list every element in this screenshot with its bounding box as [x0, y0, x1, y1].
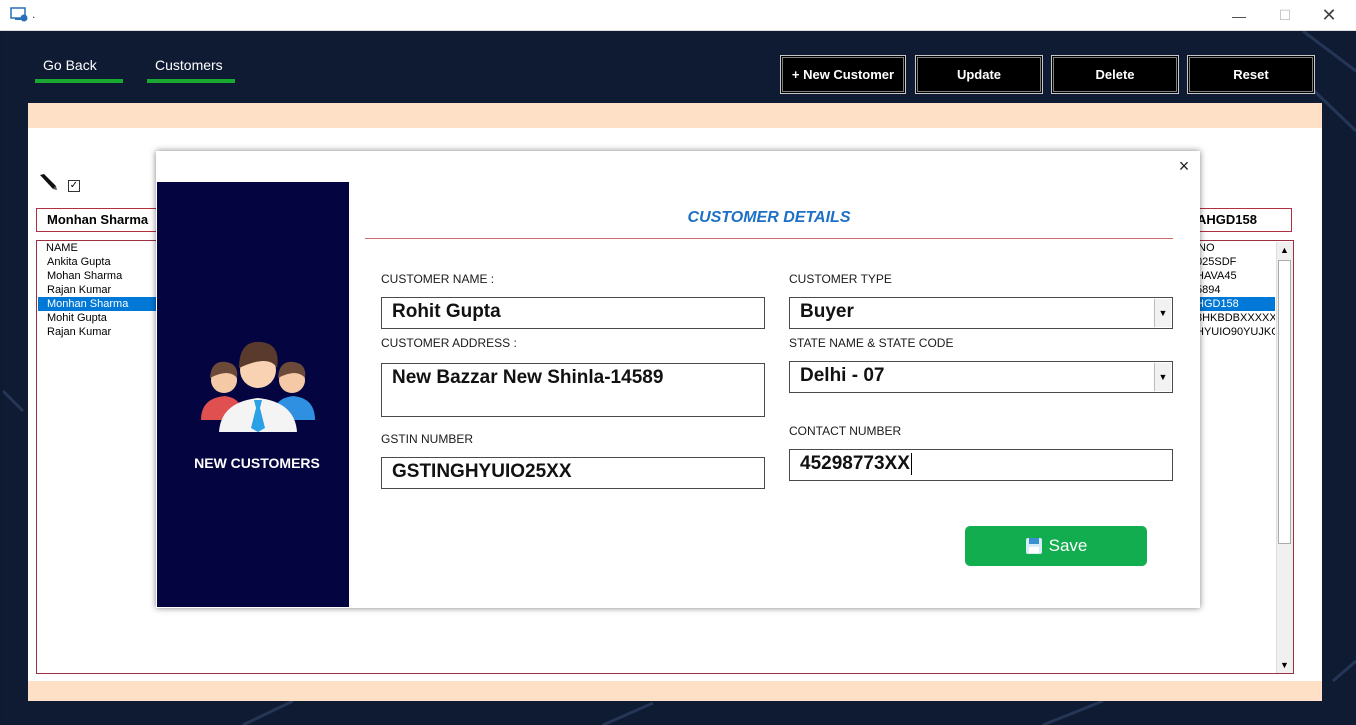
save-button-label: Save: [1048, 536, 1088, 555]
contact-number-input[interactable]: 45298773XX: [789, 449, 1173, 481]
nav-go-back[interactable]: Go Back: [35, 57, 123, 83]
nav-customers[interactable]: Customers: [147, 57, 235, 83]
app-icon: [10, 7, 28, 22]
list-item-no[interactable]: 025SDF: [1190, 255, 1275, 269]
close-icon[interactable]: ×: [1174, 156, 1194, 176]
new-customer-button[interactable]: + New Customer: [780, 55, 906, 94]
customer-address-input[interactable]: New Bazzar New Shinla-14589: [381, 363, 765, 417]
list-item[interactable]: Rajan Kumar: [38, 325, 158, 339]
window-titlebar: [0, 0, 1356, 31]
customer-name-label: CUSTOMER NAME :: [381, 272, 495, 286]
chevron-down-icon[interactable]: ▼: [1276, 657, 1293, 673]
state-label: STATE NAME & STATE CODE: [789, 336, 954, 350]
update-button[interactable]: Update: [915, 55, 1043, 94]
text-caret: [910, 452, 912, 475]
list-header-no: NO: [1198, 242, 1215, 254]
reset-button[interactable]: Reset: [1187, 55, 1315, 94]
customer-type-select[interactable]: Buyer: [789, 297, 1173, 329]
list-item[interactable]: Rajan Kumar: [38, 283, 158, 297]
customer-address-label: CUSTOMER ADDRESS :: [381, 336, 517, 350]
list-item-no[interactable]: HAVA45: [1190, 269, 1275, 283]
minimize-icon[interactable]: —: [1216, 0, 1262, 31]
select-checkbox[interactable]: ✓: [68, 180, 80, 192]
customer-type-label: CUSTOMER TYPE: [789, 272, 892, 286]
list-item-no-selected[interactable]: HGD158: [1190, 297, 1275, 311]
scrollbar-thumb[interactable]: [1278, 260, 1291, 544]
list-item-no[interactable]: 3HKBDBXXXXX: [1190, 311, 1275, 325]
maximize-icon[interactable]: ☐: [1262, 0, 1308, 31]
selected-name-field[interactable]: Monhan Sharma: [36, 208, 166, 232]
list-item-selected[interactable]: Monhan Sharma: [38, 297, 158, 311]
chevron-down-icon[interactable]: ▼: [1154, 363, 1171, 391]
list-item[interactable]: Ankita Gupta: [38, 255, 158, 269]
list-header-name: NAME: [46, 242, 78, 254]
list-item-no[interactable]: HYUIO90YUJKO: [1190, 325, 1275, 339]
list-item[interactable]: Mohit Gupta: [38, 311, 158, 325]
people-icon: [201, 341, 315, 432]
gstin-input[interactable]: GSTINGHYUIO25XX: [381, 457, 765, 489]
contact-number-value: 45298773XX: [800, 453, 910, 474]
form-divider: [365, 238, 1173, 239]
gstin-label: GSTIN NUMBER: [381, 432, 474, 446]
panel-header-strip: [28, 103, 1322, 128]
chevron-up-icon[interactable]: ▲: [1276, 242, 1293, 258]
list-item[interactable]: Mohan Sharma: [38, 269, 158, 283]
window-title: .: [32, 7, 36, 21]
close-icon[interactable]: ✕: [1306, 0, 1352, 31]
side-panel-title: NEW CUSTOMERS: [194, 455, 320, 471]
contact-label: CONTACT NUMBER: [789, 424, 902, 438]
pencil-icon[interactable]: [38, 172, 58, 192]
list-item-no[interactable]: 5894: [1190, 283, 1275, 297]
save-icon: [1025, 538, 1042, 554]
panel-footer-strip: [28, 681, 1322, 701]
state-select[interactable]: Delhi - 07: [789, 361, 1173, 393]
save-button[interactable]: Save: [965, 526, 1147, 566]
chevron-down-icon[interactable]: ▼: [1154, 299, 1171, 327]
delete-button[interactable]: Delete: [1051, 55, 1179, 94]
selected-gstin-field[interactable]: AHGD158: [1190, 208, 1292, 232]
form-title: CUSTOMER DETAILS: [687, 209, 851, 226]
customer-name-input[interactable]: Rohit Gupta: [381, 297, 765, 329]
